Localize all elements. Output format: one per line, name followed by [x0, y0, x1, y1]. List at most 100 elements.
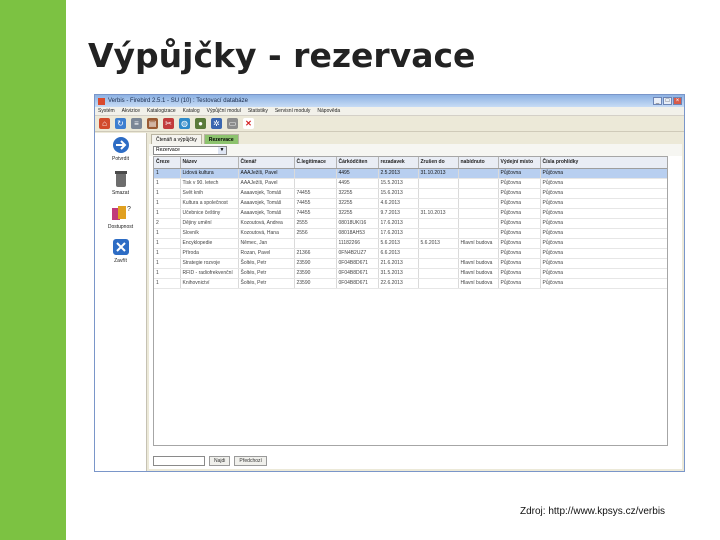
column-header[interactable]: Zrušen do — [418, 157, 459, 169]
table-cell — [418, 258, 459, 269]
window-close-button[interactable]: × — [673, 97, 682, 105]
table-row[interactable]: 1 Příroda Rozan, Pavel 21366 0FN4B2UZ7 6.6.20… — [154, 248, 667, 259]
table-cell: Půjčovna — [540, 218, 667, 229]
table-cell: 1 — [154, 248, 181, 259]
print-icon[interactable]: ▭ — [227, 118, 238, 129]
table-cell: 5.6.2013 — [418, 238, 459, 249]
table-row[interactable]: 1 Učebnice češtiny Aaaavojek, Tomáš 74455 32… — [154, 208, 667, 219]
previous-button[interactable]: Předchozí — [234, 455, 267, 466]
table-cell: Půjčovna — [498, 208, 541, 219]
trash-icon — [114, 171, 127, 187]
menu-item-akvizice[interactable]: Akvizice — [122, 108, 140, 114]
menu-item-servisni-moduly[interactable]: Servisní moduly — [275, 108, 311, 114]
column-header[interactable]: Čárkódčiten — [336, 157, 379, 169]
column-header[interactable]: Výdejní místo — [498, 157, 541, 169]
table-cell: Půjčovna — [498, 198, 541, 209]
table-row[interactable]: 1 Slovník Kozoutová, Hana 2556 08018AH53 17.6… — [154, 228, 667, 239]
maximize-button[interactable]: □ — [663, 97, 672, 105]
table-cell: 15.6.2013 — [378, 188, 419, 199]
table-cell: Půjčovna — [498, 178, 541, 189]
confirm-icon — [112, 137, 129, 153]
table-row[interactable]: 1 Kultura a společnost Aaaavojek, Tomáš 744… — [154, 198, 667, 209]
column-header[interactable]: nabídnuto — [458, 157, 499, 169]
book-icon[interactable]: ▤ — [147, 118, 158, 129]
table-cell: Půjčovna — [540, 258, 667, 269]
table-cell: Kultura a společnost — [180, 198, 239, 209]
table-cell: Dějiny umění — [180, 218, 239, 229]
bottom-bar: Najdi Předchozí — [153, 454, 678, 467]
table-cell: 1 — [154, 188, 181, 199]
column-header[interactable]: Čísla prohlídky — [540, 157, 667, 169]
table-cell: Aaaavojek, Tomáš — [238, 188, 295, 199]
table-row[interactable]: 1 Encyklopedie Němec, Jan 11182266 5.6.2013 5… — [154, 238, 667, 249]
delete-button[interactable]: Smazat — [97, 169, 145, 199]
menu-item-vypujcni-modul[interactable]: Výpůjční modul — [207, 108, 241, 114]
home-icon[interactable]: ⌂ — [99, 118, 110, 129]
availability-button[interactable]: ? Dostupnost — [97, 203, 145, 233]
table-cell — [458, 168, 499, 179]
menu-item-napoveda[interactable]: Nápověda — [317, 108, 340, 114]
confirm-button[interactable]: Potvrdit — [97, 135, 145, 165]
table-cell: Půjčovna — [498, 218, 541, 229]
table-body: 1 Lidová kultura AAAJežíš, Pavel 4495 2.5.20… — [154, 168, 667, 289]
table-cell — [294, 168, 337, 179]
table-row[interactable]: 1 Knihovnictví Šoltés, Petr 23590 0F04B8D671… — [154, 278, 667, 289]
table-cell: Půjčovna — [540, 268, 667, 279]
menu-item-statistiky[interactable]: Statistiky — [248, 108, 268, 114]
table-cell: AAAJežíš, Pavel — [238, 178, 295, 189]
table-cell: Půjčovna — [498, 168, 541, 179]
settings-icon[interactable]: ✲ — [211, 118, 222, 129]
search-input[interactable] — [153, 455, 205, 466]
window-title: Verbis - Firebird 2.5.1 - SU (10) : Test… — [108, 98, 248, 104]
table-cell: 6.6.2013 — [378, 248, 419, 259]
table-cell: 4.6.2013 — [378, 198, 419, 209]
refresh-icon[interactable]: ↻ — [115, 118, 126, 129]
table-cell: 5.6.2013 — [378, 238, 419, 249]
globe-icon[interactable]: ◍ — [179, 118, 190, 129]
window-titlebar: Verbis - Firebird 2.5.1 - SU (10) : Test… — [95, 95, 684, 107]
list-icon[interactable]: ≡ — [131, 118, 142, 129]
column-header[interactable]: Č.legitimace — [294, 157, 337, 169]
column-header[interactable]: Název — [180, 157, 239, 169]
table-row[interactable]: 1 Strategie rozvoje Šoltés, Petr 23590 0F04B… — [154, 258, 667, 269]
tab-rezervace[interactable]: Rezervace — [203, 134, 239, 144]
table-cell — [418, 188, 459, 199]
table-cell: 1 — [154, 238, 181, 249]
user-icon[interactable]: ● — [195, 118, 206, 129]
menu-item-katalog[interactable]: Katalog — [183, 108, 200, 114]
find-button[interactable]: Najdi — [209, 455, 231, 466]
table-row[interactable]: 1 Tisk v 90. letech AAAJežíš, Pavel 4495 15.… — [154, 178, 667, 189]
table-cell: 31.10.2013 — [418, 168, 459, 179]
table-row[interactable]: 2 Dějiny umění Kozoutová, Andrea 2555 08018U… — [154, 218, 667, 229]
column-header[interactable]: rezadavek — [378, 157, 419, 169]
column-header[interactable]: Čreze — [154, 157, 181, 169]
table-cell: Půjčovna — [498, 188, 541, 199]
minimize-button[interactable]: _ — [653, 97, 662, 105]
table-cell — [418, 278, 459, 289]
table-cell: Slovník — [180, 228, 239, 239]
table-cell: Hlavní budova — [458, 258, 499, 269]
filter-select[interactable]: Rezervace ▼ — [153, 145, 227, 155]
table-cell: 22.6.2013 — [378, 278, 419, 289]
table-cell: 1 — [154, 208, 181, 219]
column-header[interactable]: Čtenář — [238, 157, 295, 169]
table-cell — [458, 198, 499, 209]
table-row[interactable]: 1 RFID - radiofrekvenční Šoltés, Petr 23590… — [154, 268, 667, 279]
tab-ctenari-vypujcky[interactable]: Čtenáři a výpůjčky — [151, 134, 202, 144]
table-cell: Půjčovna — [540, 178, 667, 189]
table-row[interactable]: 1 Svět knih Aaaavojek, Tomáš 74455 32255 15.6… — [154, 188, 667, 199]
table-cell: Strategie rozvoje — [180, 258, 239, 269]
table-cell: Půjčovna — [498, 228, 541, 239]
menu-item-katalogizace[interactable]: Katalogizace — [147, 108, 176, 114]
close-button[interactable]: Zavřít — [97, 237, 145, 267]
table-cell: Příroda — [180, 248, 239, 259]
scissors-icon[interactable]: ✂ — [163, 118, 174, 129]
menu-item-system[interactable]: Systém — [98, 108, 115, 114]
table-cell: Svět knih — [180, 188, 239, 199]
table-cell: 17.6.2013 — [378, 218, 419, 229]
table-row[interactable]: 1 Lidová kultura AAAJežíš, Pavel 4495 2.5.20… — [154, 168, 667, 179]
close-icon[interactable]: ✕ — [243, 118, 254, 129]
toolbar: ⌂ ↻ ≡ ▤ ✂ ◍ ● ✲ ▭ ✕ — [95, 116, 684, 132]
table-cell: Hlavní budova — [458, 268, 499, 279]
table-cell: 74455 — [294, 188, 337, 199]
